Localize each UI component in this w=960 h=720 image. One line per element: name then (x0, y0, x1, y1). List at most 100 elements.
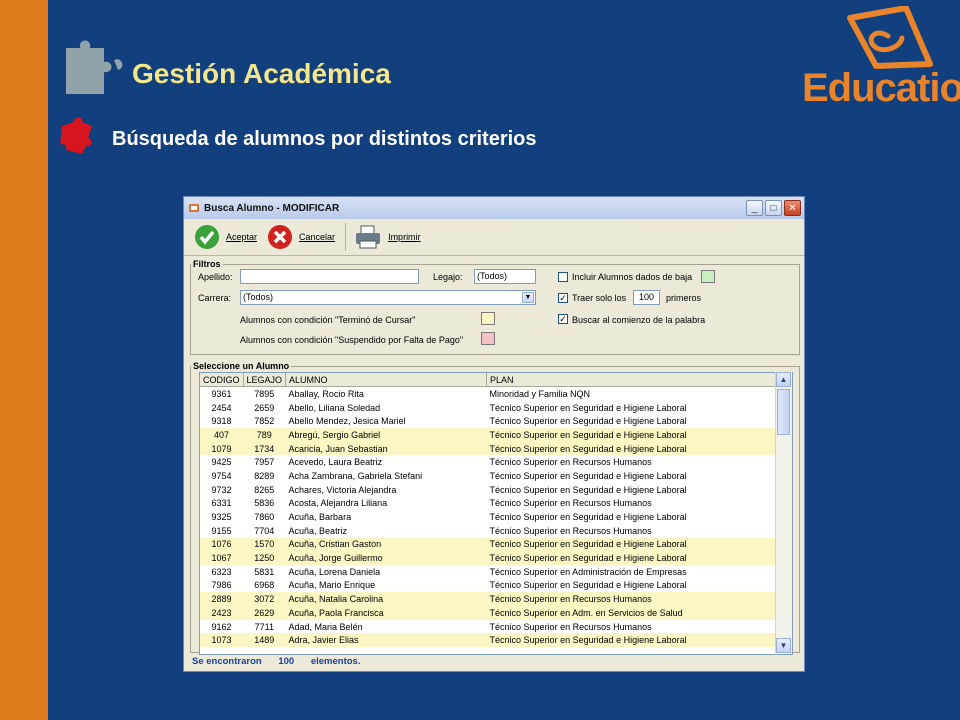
traer-checkbox[interactable]: ✓ (558, 293, 568, 303)
cell-alumno: Acuña, Natalia Carolina (285, 592, 487, 606)
cell-legajo: 7711 (254, 621, 274, 632)
carrera-select[interactable]: (Todos) ▼ (240, 290, 536, 305)
status-prefix: Se encontraron (192, 656, 262, 667)
apellido-input[interactable] (240, 269, 419, 284)
cell-plan: Técnico Superior en Seguridad e Higiene … (489, 402, 687, 413)
cell-codigo: 1079 (200, 441, 244, 456)
cell-codigo: 9162 (211, 621, 232, 632)
cell-legajo: 7957 (254, 457, 275, 468)
cell-legajo: 3072 (243, 592, 286, 606)
legajo-input[interactable]: (Todos) (474, 269, 536, 284)
students-table-container[interactable]: CODIGO LEGAJO ALUMNO PLAN 9361 7895 Aballa… (199, 372, 793, 655)
cell-plan: Técnico Superior en Seguridad e Higiene … (486, 551, 779, 565)
cancel-icon (268, 225, 293, 249)
col-legajo[interactable]: LEGAJO (243, 373, 287, 387)
table-row[interactable]: 7986 6968 Acuña, Mario Enrique Técnico Supe… (200, 579, 779, 593)
cell-alumno: Aballay, Rocio Rita (288, 388, 364, 399)
cell-codigo: 9754 (211, 470, 232, 481)
close-button[interactable]: ✕ (784, 200, 801, 216)
cell-legajo: 5836 (254, 498, 275, 509)
puzzle-piece-grey-icon (66, 40, 123, 94)
cell-alumno: Acosta, Alejandra Liliana (288, 498, 388, 509)
table-row[interactable]: 2889 3072 Acuña, Natalia Carolina Técnico S… (200, 592, 779, 606)
table-row[interactable]: 1067 1250 Acuña, Jorge Guillermo Técnico Su… (200, 551, 779, 565)
traer-count-input[interactable]: 100 (633, 290, 660, 305)
cell-codigo: 9325 (211, 512, 232, 523)
cell-plan: Técnico Superior en Seguridad e Higiene … (489, 580, 687, 591)
table-row[interactable]: 9754 8289 Acha Zambrana, Gabriela Stefani T… (200, 469, 779, 483)
cell-alumno: Abregú, Sergio Gabriel (285, 428, 487, 442)
cell-plan: Técnico Superior en Recursos Humanos (486, 592, 779, 606)
cell-alumno: Acuña, Cristian Gaston (285, 537, 487, 552)
cell-alumno: Adad, Maria Belén (288, 621, 363, 632)
cell-legajo: 1570 (243, 537, 286, 552)
table-row[interactable]: 2423 2629 Acuña, Paola Francisca Técnico Su… (200, 606, 779, 620)
cell-alumno: Adra, Javier Elias (285, 633, 487, 648)
slide-subtitle: Búsqueda de alumnos por distintos criter… (112, 128, 537, 150)
apellido-label: Apellido: (198, 272, 233, 282)
status-bar: Se encontraron 100 elementos. (192, 656, 360, 667)
table-row[interactable]: 407 789 Abregú, Sergio Gabriel Técnico Supe… (200, 428, 779, 442)
table-row[interactable]: 6323 5831 Acuña, Lorena Daniela Técnico Sup… (200, 565, 779, 579)
chevron-down-icon[interactable]: ▼ (522, 292, 534, 303)
carrera-value: (Todos) (243, 292, 274, 302)
toolbar-separator (345, 223, 347, 251)
cell-codigo: 7986 (211, 580, 232, 591)
table-header-row: CODIGO LEGAJO ALUMNO PLAN (200, 373, 780, 387)
table-row[interactable]: 6331 5836 Acosta, Alejandra Liliana Técnico… (200, 497, 779, 511)
comienzo-checkbox[interactable]: ✓ (558, 314, 568, 324)
maximize-button[interactable]: □ (765, 200, 782, 216)
scroll-down-icon[interactable]: ▼ (776, 638, 791, 653)
side-accent-bar (0, 0, 48, 720)
cell-codigo: 407 (200, 428, 244, 442)
cell-alumno: Acuña, Jorge Guillermo (285, 551, 487, 565)
print-button[interactable]: Imprimir (354, 224, 421, 250)
table-row[interactable]: 9155 7704 Acuña, Beatriz Técnico Superior e… (200, 524, 779, 538)
table-row[interactable]: 2454 2659 Abello, Liliana Soledad Técnico S… (200, 401, 779, 415)
table-row[interactable]: 9361 7895 Aballay, Rocio Rita Minoridad y F… (200, 387, 779, 401)
status-count: 100 (278, 656, 295, 667)
table-row[interactable]: 1079 1734 Acaricia, Juan Sebastian Técnico … (200, 441, 779, 456)
col-alumno[interactable]: ALUMNO (285, 373, 488, 387)
table-row[interactable]: 9425 7957 Acevedo, Laura Beatriz Técnico Su… (200, 455, 779, 469)
table-row[interactable]: 9325 7860 Acuña, Barbara Técnico Superior e… (200, 510, 779, 524)
table-row[interactable]: 9732 8265 Achares, Victoria Alejandra Técni… (200, 483, 779, 497)
cell-alumno: Acha Zambrana, Gabriela Stefani (288, 470, 423, 481)
cell-alumno: Acevedo, Laura Beatriz (288, 457, 383, 468)
traer-suffix: primeros (666, 293, 702, 303)
cancel-button[interactable]: Cancelar (267, 224, 335, 250)
table-row[interactable]: 9318 7852 Abello Mendez, Jesica Mariel Técn… (200, 414, 779, 428)
table-row[interactable]: 1073 1489 Adra, Javier Elias Técnico Superi… (200, 633, 779, 648)
terminado-label: Alumnos con condición "Terminó de Cursar… (240, 315, 416, 325)
accept-label: Aceptar (226, 232, 258, 242)
cell-plan: Técnico Superior en Recursos Humanos (489, 457, 652, 468)
col-plan[interactable]: PLAN (486, 373, 780, 387)
cell-codigo: 1076 (200, 537, 244, 552)
cell-codigo: 2454 (211, 402, 232, 413)
cell-plan: Minoridad y Familia NQN (489, 388, 591, 399)
cell-codigo: 9425 (211, 457, 232, 468)
cell-plan: Técnico Superior en Seguridad e Higiene … (486, 441, 779, 456)
cell-legajo: 8289 (254, 470, 275, 481)
cell-plan: Técnico Superior en Adm. en Servicios de… (486, 606, 779, 620)
scroll-thumb[interactable] (777, 389, 790, 435)
carrera-label: Carrera: (198, 293, 232, 303)
accept-button[interactable]: Aceptar (194, 224, 257, 250)
table-scrollbar[interactable]: ▲ ▼ (775, 372, 792, 653)
comienzo-label: Buscar al comienzo de la palabra (572, 315, 706, 325)
table-row[interactable]: 1076 1570 Acuña, Cristian Gaston Técnico Su… (200, 537, 779, 552)
cell-plan: Técnico Superior en Recursos Humanos (489, 621, 652, 632)
table-row[interactable]: 9162 7711 Adad, Maria Belén Técnico Superio… (200, 620, 779, 634)
window-titlebar[interactable]: Busca Alumno - MODIFICAR _ □ ✕ (184, 197, 804, 219)
col-codigo[interactable]: CODIGO (200, 373, 244, 387)
minimize-button[interactable]: _ (746, 200, 763, 216)
cell-alumno: Acuña, Beatriz (288, 525, 348, 536)
cell-codigo: 6323 (211, 566, 232, 577)
cell-plan: Técnico Superior en Seguridad e Higiene … (486, 428, 779, 442)
cell-legajo: 7895 (254, 388, 275, 399)
cell-legajo: 1250 (243, 551, 286, 565)
terminado-color-swatch (481, 312, 495, 325)
cell-codigo: 9361 (211, 388, 232, 399)
scroll-up-icon[interactable]: ▲ (776, 372, 791, 387)
incluir-baja-checkbox[interactable] (558, 272, 568, 282)
